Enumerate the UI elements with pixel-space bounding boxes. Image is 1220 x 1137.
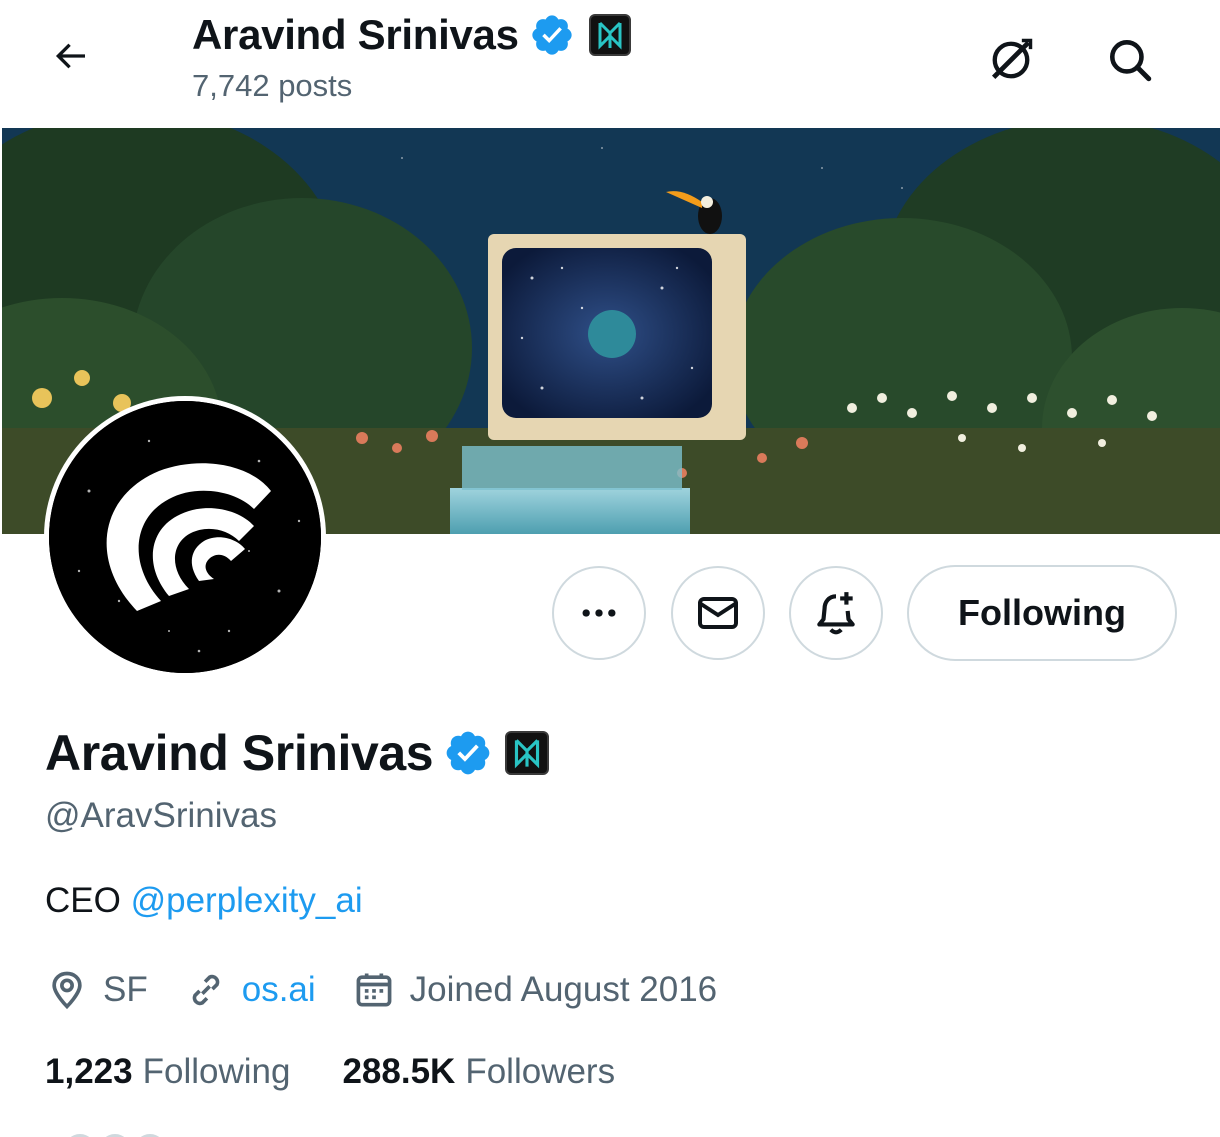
profile-bio: CEO @perplexity_ai: [45, 881, 363, 921]
grok-button[interactable]: [975, 24, 1047, 96]
affiliation-badge[interactable]: [588, 14, 631, 56]
following-count: 1,223: [45, 1052, 133, 1091]
grok-icon: [991, 38, 1033, 80]
perplexity-logo-icon: [515, 739, 540, 769]
affiliation-badge[interactable]: [505, 731, 550, 775]
profile-name: Aravind Srinivas: [45, 725, 434, 781]
profile-meta: SF os.ai Joined August 2016: [45, 962, 753, 1018]
search-icon: [1110, 40, 1152, 82]
back-button[interactable]: [30, 20, 110, 92]
followers-stat-link[interactable]: 288.5K Followers: [342, 1052, 615, 1092]
bio-mention-link[interactable]: @perplexity_ai: [131, 881, 363, 920]
location-text: SF: [103, 970, 148, 1009]
following-button[interactable]: Following: [907, 565, 1177, 661]
profile-handle: @AravSrinivas: [45, 796, 277, 835]
avatar-logo-icon: [49, 401, 321, 673]
header-title: Aravind Srinivas: [192, 11, 519, 58]
mail-icon: [698, 597, 738, 629]
joined-text: Joined August 2016: [409, 970, 718, 1009]
followers-count: 288.5K: [342, 1052, 456, 1091]
notify-button[interactable]: [789, 566, 883, 660]
location-item: SF: [45, 968, 148, 1012]
follower-avatars-peek: [70, 1134, 160, 1137]
profile-name-row: Aravind Srinivas: [45, 722, 550, 784]
bio-text: CEO: [45, 881, 131, 920]
location-pin-icon: [52, 971, 82, 1010]
bell-plus-icon: [817, 592, 855, 635]
profile-avatar[interactable]: [44, 396, 326, 678]
verified-badge-icon: [532, 15, 572, 55]
following-stat-link[interactable]: 1,223 Following: [45, 1052, 290, 1092]
link-icon: [192, 974, 220, 1006]
header-title-block: Aravind Srinivas 7,742 posts: [192, 10, 631, 104]
more-button[interactable]: [552, 566, 646, 660]
calendar-icon: [356, 973, 392, 1007]
search-button[interactable]: [1094, 24, 1166, 96]
joined-item: Joined August 2016: [352, 968, 717, 1012]
following-label: Following: [142, 1052, 291, 1091]
arrow-left-icon: [55, 43, 85, 69]
more-icon: [582, 609, 616, 617]
header-post-count: 7,742 posts: [192, 68, 353, 103]
perplexity-logo-icon: [598, 21, 622, 50]
message-button[interactable]: [671, 566, 765, 660]
profile-header: Aravind Srinivas 7,742 posts: [0, 0, 1220, 128]
profile-stats: 1,223 Following 288.5K Followers: [45, 1052, 667, 1092]
website-item: os.ai: [184, 968, 316, 1012]
followers-label: Followers: [465, 1052, 616, 1091]
website-link[interactable]: os.ai: [242, 970, 316, 1010]
verified-badge-icon[interactable]: [443, 728, 493, 778]
